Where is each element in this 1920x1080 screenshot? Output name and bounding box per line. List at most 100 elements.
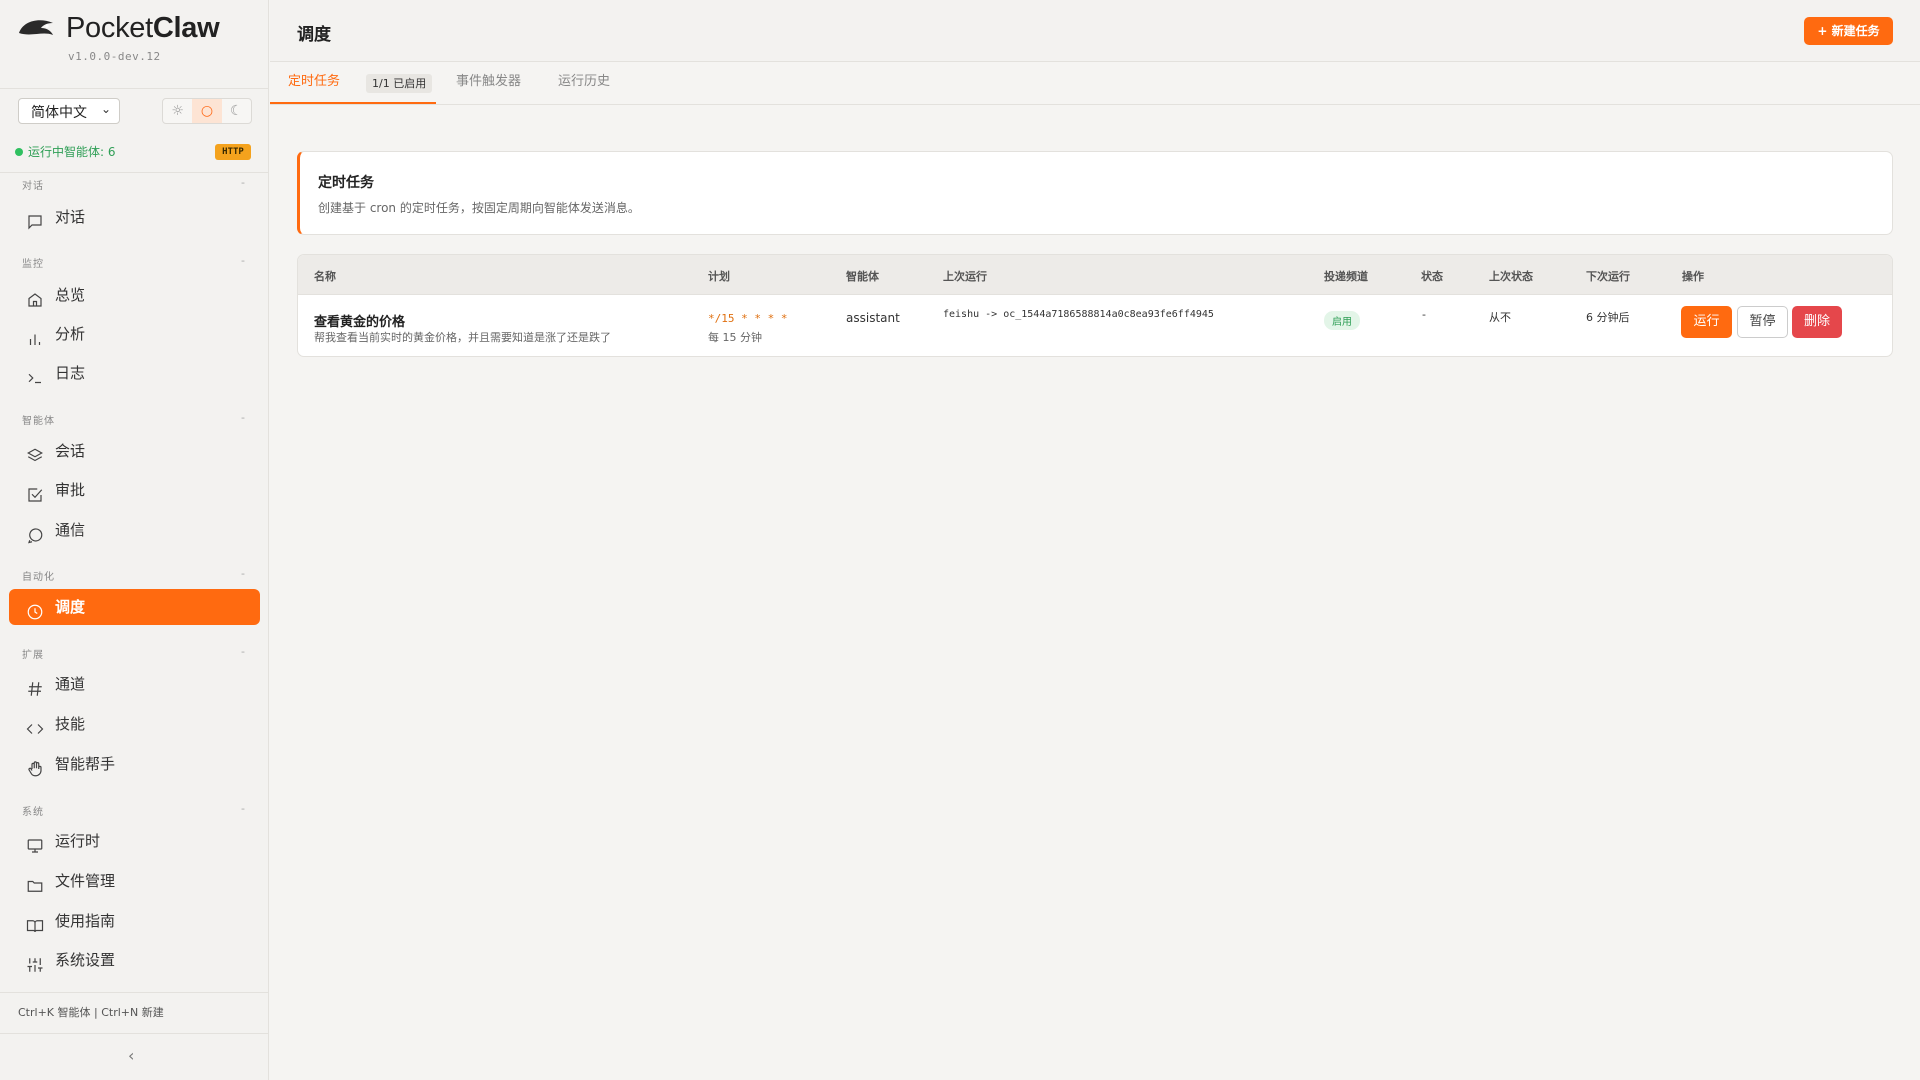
section-label-automation: 自动化 [22,572,55,583]
sidebar-item-chat[interactable]: 对话 [9,199,260,235]
transport-badge: HTTP [215,144,251,160]
sidebar-item-label: 总览 [55,286,86,304]
logo-icon [19,20,53,35]
sidebar-item-label: 调度 [55,598,86,616]
section-collapse-toggle[interactable]: - [241,411,245,424]
column-header: 智能体 [846,270,879,283]
brand: PocketClaw v1.0.0-dev.12 [0,0,268,88]
scheduled-tasks-table: 名称 计划 智能体 上次运行 投递频道 状态 上次状态 下次运行 操作 查看黄金… [297,254,1893,357]
sidebar-item-label: 智能帮手 [55,755,116,773]
sidebar-item-label: 分析 [55,325,86,343]
sidebar-item-files[interactable]: 文件管理 [9,863,260,899]
sidebar-item-overview[interactable]: 总览 [9,277,260,313]
monitor-icon [26,832,44,853]
task-description: 帮我查看当前实时的黄金价格，并且需要知道是涨了还是跌了 [314,331,611,344]
bar-chart-icon [26,325,44,345]
chevron-down-icon: ⌄ [100,102,111,116]
collapse-sidebar-icon[interactable]: ‹ [128,1046,134,1065]
folder-icon [26,872,44,892]
tab-scheduled-tasks[interactable]: 定时任务 1/1 已启用 [288,62,436,105]
tab-run-history[interactable]: 运行历史 [558,62,610,105]
column-header: 计划 [708,270,730,283]
section-collapse-toggle[interactable]: - [241,802,245,815]
next-run-value: 6 分钟后 [1586,311,1630,324]
sidebar-item-logs[interactable]: 日志 [9,355,260,391]
run-button[interactable]: 运行 [1681,306,1732,338]
page-title: 调度 [297,25,331,45]
sidebar: PocketClaw v1.0.0-dev.12 简体中文 ⌄ ☼ ○ ☾ 运行… [0,0,269,1080]
column-header: 下次运行 [1586,270,1630,283]
theme-toggle: ☼ ○ ☾ [162,98,252,124]
column-header: 上次状态 [1489,270,1533,283]
sidebar-item-label: 文件管理 [55,872,116,890]
book-icon [26,912,44,933]
sidebar-item-label: 会话 [55,442,86,460]
sidebar-item-skills[interactable]: 技能 [9,706,260,742]
sidebar-item-messaging[interactable]: 通信 [9,512,260,548]
sidebar-item-guide[interactable]: 使用指南 [9,903,260,939]
sliders-icon [26,951,44,972]
sidebar-item-approvals[interactable]: 审批 [9,472,260,508]
hand-icon [26,755,44,777]
sidebar-item-analytics[interactable]: 分析 [9,316,260,352]
section-collapse-toggle[interactable]: - [241,176,245,189]
checkbox-icon [26,481,44,502]
status-value: - [1422,308,1426,321]
moon-icon[interactable]: ☾ [222,99,251,123]
sidebar-item-settings[interactable]: 系统设置 [9,942,260,978]
tab-event-triggers[interactable]: 事件触发器 [456,62,521,105]
section-label-monitor: 监控 [22,259,44,270]
info-card: 定时任务 创建基于 cron 的定时任务，按固定周期向智能体发送消息。 [297,151,1893,235]
info-card-description: 创建基于 cron 的定时任务，按固定周期向智能体发送消息。 [318,201,640,215]
divider [0,992,269,993]
pause-button[interactable]: 暂停 [1737,306,1788,338]
sidebar-item-sessions[interactable]: 会话 [9,433,260,469]
section-collapse-toggle[interactable]: - [241,645,245,658]
divider [0,1033,269,1034]
message-circle-icon [26,521,44,544]
new-task-button[interactable]: + 新建任务 [1804,17,1893,45]
column-header: 名称 [314,270,336,283]
sidebar-item-label: 系统设置 [55,951,116,969]
version-label: v1.0.0-dev.12 [68,50,161,63]
chat-icon [26,208,44,230]
sidebar-item-label: 使用指南 [55,912,116,930]
delete-button[interactable]: 删除 [1792,306,1842,338]
cron-expression: */15 * * * * [708,312,788,325]
schedule-text: 每 15 分钟 [708,331,762,344]
agent-name: assistant [846,311,900,325]
table-header: 名称 计划 智能体 上次运行 投递频道 状态 上次状态 下次运行 操作 [298,255,1892,295]
enabled-count-badge: 1/1 已启用 [366,74,433,93]
sidebar-item-label: 通信 [55,521,86,539]
sidebar-item-channels[interactable]: 通道 [9,666,260,702]
info-card-title: 定时任务 [318,175,374,191]
sidebar-item-label: 运行时 [55,832,101,850]
code-icon [26,715,44,734]
circle-icon[interactable]: ○ [192,99,222,123]
section-label-chat: 对话 [22,181,44,192]
column-header: 操作 [1682,270,1704,283]
column-header: 状态 [1421,270,1443,283]
section-collapse-toggle[interactable]: - [241,567,245,580]
keyboard-shortcuts-hint: Ctrl+K 智能体 | Ctrl+N 新建 [18,1006,164,1019]
divider [0,88,268,89]
home-icon [26,286,44,307]
section-collapse-toggle[interactable]: - [241,254,245,267]
sidebar-item-assistant[interactable]: 智能帮手 [9,746,260,782]
language-value: 简体中文 [31,105,87,121]
divider [0,172,269,173]
language-select[interactable]: 简体中文 ⌄ [18,98,120,124]
delivery-status-badge: 启用 [1324,311,1360,330]
tab-label: 定时任务 [288,74,341,89]
column-header: 上次运行 [943,270,987,283]
section-label-agents: 智能体 [22,416,55,427]
last-run-target: feishu -> oc_1544a7186588814a0c8ea93fe6f… [943,309,1214,320]
terminal-icon [26,364,44,384]
section-label-system: 系统 [22,807,44,818]
sidebar-item-schedule[interactable]: 调度 [9,589,260,625]
sidebar-item-label: 通道 [55,675,86,693]
section-label-extensions: 扩展 [22,650,44,661]
column-header: 投递频道 [1324,270,1368,283]
sun-icon[interactable]: ☼ [163,99,192,123]
sidebar-item-runtime[interactable]: 运行时 [9,823,260,859]
